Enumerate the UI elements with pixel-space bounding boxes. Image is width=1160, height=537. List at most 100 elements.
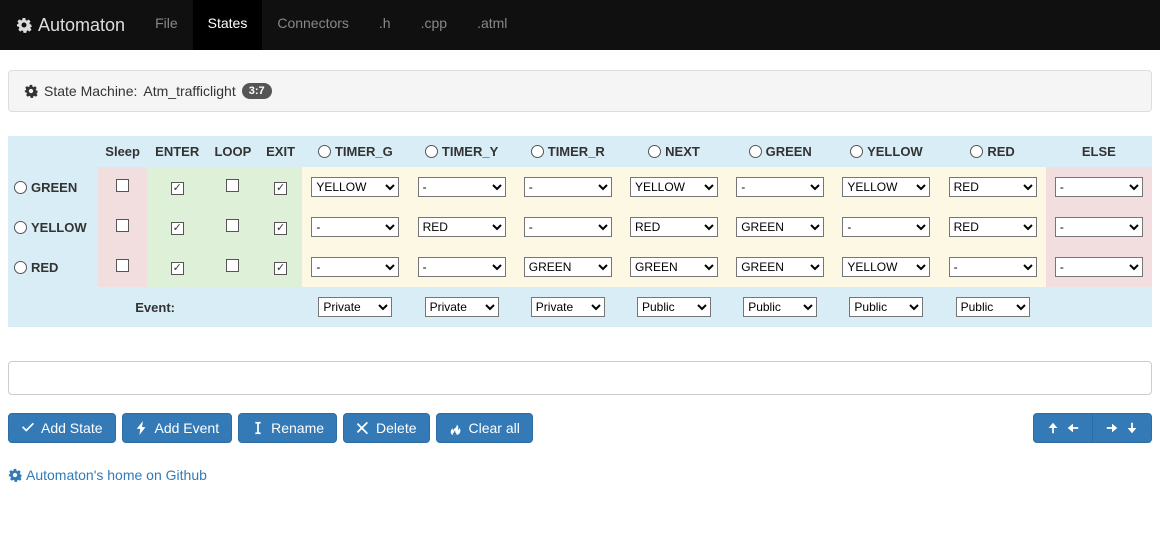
checkbox[interactable]: ✓ xyxy=(171,182,184,195)
checkbox[interactable] xyxy=(116,219,129,232)
transition-select[interactable]: -GREENYELLOWRED xyxy=(418,217,506,237)
check-icon xyxy=(21,421,35,435)
event-visibility-select[interactable]: PrivatePublic xyxy=(743,297,817,317)
state-row: GREEN✓✓-GREENYELLOWRED-GREENYELLOWRED-GR… xyxy=(8,167,1152,207)
fire-icon xyxy=(449,421,463,435)
arrow-up-icon xyxy=(1046,421,1060,435)
clear-all-label: Clear all xyxy=(469,420,520,436)
transition-select[interactable]: -GREENYELLOWRED xyxy=(311,257,399,277)
transition-select[interactable]: -GREENYELLOWRED xyxy=(311,177,399,197)
move-right-down-button[interactable] xyxy=(1093,413,1152,443)
transition-select[interactable]: -GREENYELLOWRED xyxy=(842,257,930,277)
checkbox[interactable] xyxy=(116,259,129,272)
event-select-radio[interactable] xyxy=(970,145,983,158)
checkbox[interactable]: ✓ xyxy=(274,222,287,235)
arrow-left-icon xyxy=(1066,421,1080,435)
event-visibility-select[interactable]: PrivatePublic xyxy=(531,297,605,317)
event-visibility-select[interactable]: PrivatePublic xyxy=(637,297,711,317)
nav-item-states[interactable]: States xyxy=(193,0,263,50)
else-select[interactable]: -GREENYELLOWRED xyxy=(1055,177,1143,197)
table-header-row: SleepENTERLOOPEXITTIMER_GTIMER_YTIMER_RN… xyxy=(8,136,1152,167)
col-exit-header: EXIT xyxy=(259,136,302,167)
event-visibility-select[interactable]: PrivatePublic xyxy=(318,297,392,317)
checkbox[interactable] xyxy=(116,179,129,192)
transition-select[interactable]: -GREENYELLOWRED xyxy=(736,177,824,197)
state-select-radio[interactable] xyxy=(14,261,27,274)
state-select-radio[interactable] xyxy=(14,181,27,194)
transition-select[interactable]: -GREENYELLOWRED xyxy=(524,217,612,237)
event-visibility-row: Event: PrivatePublic PrivatePublic PrivateP… xyxy=(8,287,1152,327)
state-select-radio[interactable] xyxy=(14,221,27,234)
event-select-radio[interactable] xyxy=(749,145,762,158)
rename-button[interactable]: Rename xyxy=(238,413,337,443)
panel-heading: State Machine: Atm_trafficlight 3:7 xyxy=(8,70,1152,112)
arrow-down-icon xyxy=(1125,421,1139,435)
delete-button[interactable]: Delete xyxy=(343,413,429,443)
event-select-radio[interactable] xyxy=(425,145,438,158)
clear-all-button[interactable]: Clear all xyxy=(436,413,533,443)
brand-text: Automaton xyxy=(38,15,125,36)
col-event-header-timer_g: TIMER_G xyxy=(302,136,408,167)
add-state-label: Add State xyxy=(41,420,103,436)
checkbox[interactable]: ✓ xyxy=(171,262,184,275)
else-select[interactable]: -GREENYELLOWRED xyxy=(1055,217,1143,237)
transition-select[interactable]: -GREENYELLOWRED xyxy=(311,217,399,237)
move-up-left-button[interactable] xyxy=(1033,413,1093,443)
event-select-radio[interactable] xyxy=(648,145,661,158)
col-event-header-yellow: YELLOW xyxy=(833,136,939,167)
transition-select[interactable]: -GREENYELLOWRED xyxy=(949,257,1037,277)
add-state-button[interactable]: Add State xyxy=(8,413,116,443)
else-select[interactable]: -GREENYELLOWRED xyxy=(1055,257,1143,277)
navbar-brand[interactable]: Automaton xyxy=(10,0,140,50)
nav-item-atml[interactable]: .atml xyxy=(462,0,522,50)
nav-item-cpp[interactable]: .cpp xyxy=(406,0,462,50)
checkbox[interactable]: ✓ xyxy=(274,182,287,195)
text-cursor-icon xyxy=(251,421,265,435)
transition-select[interactable]: -GREENYELLOWRED xyxy=(418,257,506,277)
event-visibility-select[interactable]: PrivatePublic xyxy=(956,297,1030,317)
nav-item-connectors[interactable]: Connectors xyxy=(262,0,364,50)
transition-select[interactable]: -GREENYELLOWRED xyxy=(524,177,612,197)
transition-select[interactable]: -GREENYELLOWRED xyxy=(842,177,930,197)
col-event-header-timer_r: TIMER_R xyxy=(515,136,621,167)
panel-machine-name: Atm_trafficlight xyxy=(143,83,235,99)
event-visibility-select[interactable]: PrivatePublic xyxy=(849,297,923,317)
col-loop-header: LOOP xyxy=(207,136,259,167)
event-select-radio[interactable] xyxy=(318,145,331,158)
event-select-radio[interactable] xyxy=(850,145,863,158)
transition-select[interactable]: -GREENYELLOWRED xyxy=(630,257,718,277)
checkbox[interactable] xyxy=(226,179,239,192)
checkbox[interactable] xyxy=(226,259,239,272)
transition-select[interactable]: -GREENYELLOWRED xyxy=(842,217,930,237)
table-body: GREEN✓✓-GREENYELLOWRED-GREENYELLOWRED-GR… xyxy=(8,167,1152,327)
transition-select[interactable]: -GREENYELLOWRED xyxy=(630,177,718,197)
event-row-label: Event: xyxy=(8,287,302,327)
col-event-header-green: GREEN xyxy=(727,136,833,167)
checkbox[interactable] xyxy=(226,219,239,232)
state-event-count-badge: 3:7 xyxy=(242,83,272,99)
transition-select[interactable]: -GREENYELLOWRED xyxy=(949,217,1037,237)
transition-select[interactable]: -GREENYELLOWRED xyxy=(736,217,824,237)
transition-select[interactable]: -GREENYELLOWRED xyxy=(949,177,1037,197)
checkbox[interactable]: ✓ xyxy=(274,262,287,275)
delete-label: Delete xyxy=(376,420,416,436)
col-name-header xyxy=(8,136,98,167)
checkbox[interactable]: ✓ xyxy=(171,222,184,235)
name-input[interactable] xyxy=(8,361,1152,395)
transition-select[interactable]: -GREENYELLOWRED xyxy=(418,177,506,197)
state-name: RED xyxy=(31,260,58,275)
nav-item-h[interactable]: .h xyxy=(364,0,406,50)
add-event-button[interactable]: Add Event xyxy=(122,413,233,443)
transition-select[interactable]: -GREENYELLOWRED xyxy=(524,257,612,277)
event-visibility-select[interactable]: PrivatePublic xyxy=(425,297,499,317)
event-select-radio[interactable] xyxy=(531,145,544,158)
col-event-header-red: RED xyxy=(940,136,1046,167)
state-table: SleepENTERLOOPEXITTIMER_GTIMER_YTIMER_RN… xyxy=(8,136,1152,327)
gear-icon xyxy=(24,84,38,98)
col-else-header: ELSE xyxy=(1046,136,1152,167)
transition-select[interactable]: -GREENYELLOWRED xyxy=(736,257,824,277)
github-link[interactable]: Automaton's home on Github xyxy=(8,467,207,483)
transition-select[interactable]: -GREENYELLOWRED xyxy=(630,217,718,237)
state-row: YELLOW✓✓-GREENYELLOWRED-GREENYELLOWRED-G… xyxy=(8,207,1152,247)
nav-item-file[interactable]: File xyxy=(140,0,193,50)
